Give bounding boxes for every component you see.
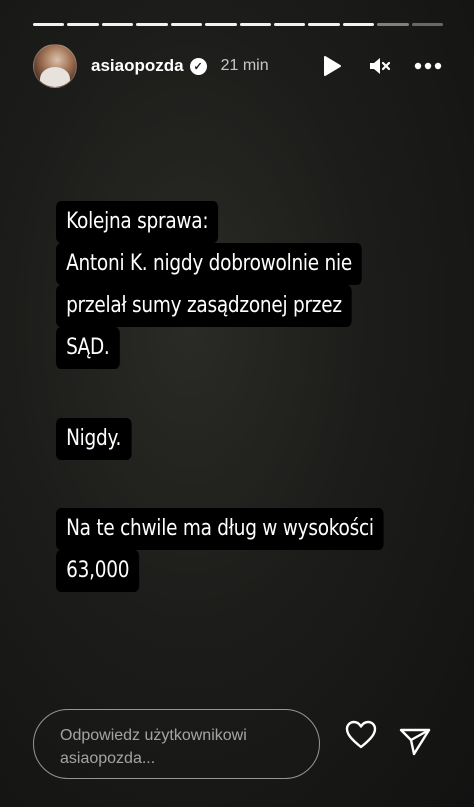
progress-segment-current: [377, 23, 409, 26]
progress-segment: [136, 23, 168, 26]
story-text-block: Na te chwile ma dług w wysokości 63,000: [56, 508, 446, 592]
reply-placeholder: Odpowiedz użytkownikowi: [60, 727, 247, 744]
progress-segment: [67, 23, 99, 26]
progress-segment: [273, 23, 306, 26]
story-progress-bar: [33, 23, 444, 27]
progress-segment: [411, 23, 444, 26]
progress-segment: [101, 23, 134, 26]
text-line: Kolejna sprawa:: [56, 201, 219, 243]
story-text-block: Kolejna sprawa: Antoni K. nigdy dobrowol…: [56, 201, 420, 369]
progress-segment: [342, 23, 375, 26]
more-options-icon[interactable]: [413, 51, 443, 81]
reply-input[interactable]: Odpowiedz użytkownikowi asiaopozda...: [33, 709, 320, 779]
reply-placeholder: asiaopozda...: [60, 750, 156, 767]
story-header: asiaopozda ✓ 21 min: [33, 44, 443, 88]
verified-badge-icon: ✓: [189, 57, 207, 75]
story-text-block: Nigdy.: [56, 418, 146, 460]
text-line: przelał sumy zasądzonej przez: [56, 285, 352, 327]
progress-segment: [308, 23, 340, 26]
heart-icon[interactable]: [343, 717, 379, 753]
text-line: 63,000: [56, 550, 140, 592]
text-line: SĄD.: [56, 327, 120, 369]
timestamp: 21 min: [220, 57, 269, 74]
send-icon[interactable]: [397, 723, 433, 759]
text-line: Nigdy.: [56, 418, 132, 460]
progress-segment: [170, 23, 203, 26]
text-line: Na te chwile ma dług w wysokości: [56, 508, 384, 550]
progress-segment: [33, 23, 65, 26]
text-line: Antoni K. nigdy dobrowolnie nie: [56, 243, 363, 285]
progress-segment: [239, 23, 271, 26]
username[interactable]: asiaopozda: [91, 56, 184, 76]
play-icon[interactable]: [317, 51, 347, 81]
muted-speaker-icon[interactable]: [365, 51, 395, 81]
avatar[interactable]: [33, 44, 77, 88]
progress-segment: [205, 23, 237, 26]
story-view[interactable]: asiaopozda ✓ 21 min Kolejna sprawa: Anto…: [0, 0, 474, 807]
